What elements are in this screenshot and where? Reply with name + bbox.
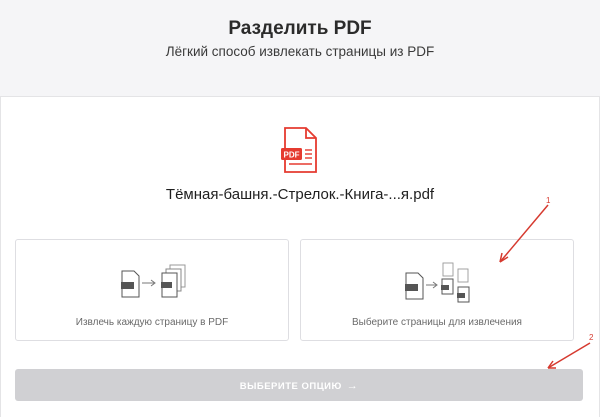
page-subtitle: Лёгкий способ извлекать страницы из PDF — [165, 44, 435, 59]
option-label: Выберите страницы для извлечения — [352, 317, 522, 328]
page-title: Разделить PDF — [228, 18, 372, 39]
button-label: ВЫБЕРИТЕ ОПЦИЮ — [239, 381, 342, 392]
annotation-number-2: 2 — [589, 333, 594, 342]
option-label: Извлечь каждую страницу в PDF — [75, 317, 229, 328]
pdf-file-icon: PDF — [281, 127, 317, 173]
option-extract-all-pages[interactable]: Извлечь каждую страницу в PDF — [15, 239, 289, 341]
extract-all-pages-icon — [121, 264, 186, 298]
page-header: Разделить PDF Лёгкий способ извлекать ст… — [0, 0, 600, 96]
file-name: Тёмная-башня.-Стрелок.-Книга-...я.pdf — [165, 186, 435, 203]
annotation-number-1: 1 — [546, 196, 551, 205]
select-option-button[interactable]: ВЫБЕРИТЕ ОПЦИЮ → — [15, 369, 583, 401]
arrow-right-icon: → — [346, 380, 359, 392]
pdf-badge-text: PDF — [284, 151, 300, 160]
select-pages-icon — [405, 262, 470, 303]
option-select-pages[interactable]: Выберите страницы для извлечения — [300, 239, 574, 341]
